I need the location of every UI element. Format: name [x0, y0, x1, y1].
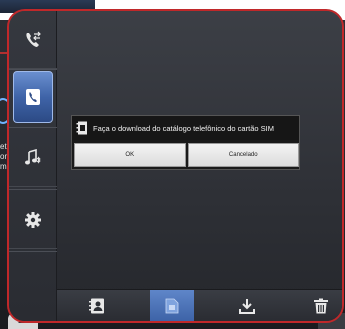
download-icon [239, 299, 255, 314]
gear-icon [25, 211, 41, 228]
sidebar [9, 11, 57, 321]
sim-card-icon [165, 298, 179, 314]
sim-download-dialog: Faça o download do catálogo telefônico d… [71, 115, 300, 170]
cancel-button[interactable]: Cancelado [187, 143, 299, 167]
sidebar-item-bluetooth-music[interactable] [9, 129, 57, 187]
toolbar-delete-button[interactable] [299, 290, 342, 321]
toolbar-contacts-button[interactable] [75, 290, 119, 321]
sim-phonebook-icon [76, 121, 87, 135]
sidebar-item-calls[interactable] [9, 11, 57, 69]
sidebar-item-phonebook[interactable] [13, 71, 53, 123]
dialog-buttons: OK Cancelado [74, 143, 299, 167]
ok-button[interactable]: OK [74, 143, 186, 167]
bottom-toolbar [57, 289, 342, 321]
toolbar-sim-button[interactable] [150, 290, 194, 321]
phone-transfer-icon [26, 31, 41, 47]
trash-icon [314, 298, 328, 314]
app-window: Faça o download do catálogo telefônico d… [7, 9, 344, 323]
dialog-header: Faça o download do catálogo telefônico d… [72, 116, 299, 140]
sidebar-item-settings[interactable] [9, 191, 57, 249]
dialog-title: Faça o download do catálogo telefônico d… [93, 123, 274, 133]
bluetooth-music-icon [25, 148, 41, 164]
contacts-icon [89, 298, 104, 314]
phonebook-icon [26, 89, 40, 105]
toolbar-download-button[interactable] [225, 290, 269, 321]
